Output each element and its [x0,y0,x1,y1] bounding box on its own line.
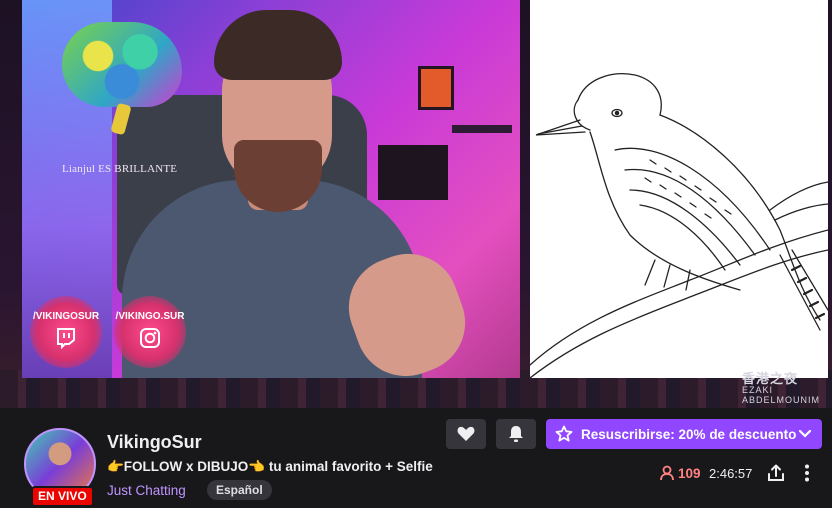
instagram-icon [139,327,161,354]
twitch-social-badge: /VIKINGOSUR [30,296,102,368]
stream-uptime: 2:46:57 [709,466,753,481]
wall-shelf [452,125,512,133]
desk-speaker [378,145,448,200]
watermark-title: 香港之夜 [742,371,799,386]
live-badge: EN VIVO [31,486,94,507]
instagram-handle: /VIKINGO.SUR [115,310,185,322]
heart-icon [457,426,475,442]
channel-avatar-link[interactable]: EN VIVO [24,428,96,507]
bird-sketch-canvas [530,0,828,378]
stream-title: 👉FOLLOW x DIBUJO👈 tu animal favorito + S… [107,459,433,474]
webcam-feed: Lianjul ES BRILLANTE /VIKINGOSUR /VIKING… [22,0,520,378]
twitch-handle: /VIKINGOSUR [32,310,100,322]
chevron-down-icon [798,429,812,439]
overlay-caption: Lianjul ES BRILLANTE [62,163,178,175]
watermark-subtitle: EZAKI ABDELMOUNIM [742,385,821,405]
video-player[interactable]: Lianjul ES BRILLANTE /VIKINGOSUR /VIKING… [0,0,832,408]
wall-picture [418,66,454,110]
subscribe-label: Resuscribirse: 20% de descuento [581,426,797,442]
category-link[interactable]: Just Chatting [107,483,186,498]
brain-graphic [62,22,182,107]
more-options-icon[interactable] [798,463,816,483]
channel-info-bar: EN VIVO VikingoSur 👉FOLLOW x DIBUJO👈 tu … [0,408,832,508]
bell-icon [508,425,524,443]
person-icon [660,465,674,481]
notifications-button[interactable] [496,419,536,449]
twitch-icon [55,327,77,354]
subscribe-button[interactable]: Resuscribirse: 20% de descuento [546,419,822,449]
share-icon[interactable] [766,463,786,483]
viewer-count-value: 109 [678,465,701,481]
artist-watermark: 香港之夜 EZAKI ABDELMOUNIM [742,372,832,405]
follow-button[interactable] [446,419,486,449]
language-tag[interactable]: Español [207,480,272,500]
instagram-social-badge: /VIKINGO.SUR [114,296,186,368]
viewer-count: 109 [659,465,701,481]
streamer-hair [214,10,342,80]
star-icon [555,425,573,443]
channel-name-link[interactable]: VikingoSur [107,432,202,453]
